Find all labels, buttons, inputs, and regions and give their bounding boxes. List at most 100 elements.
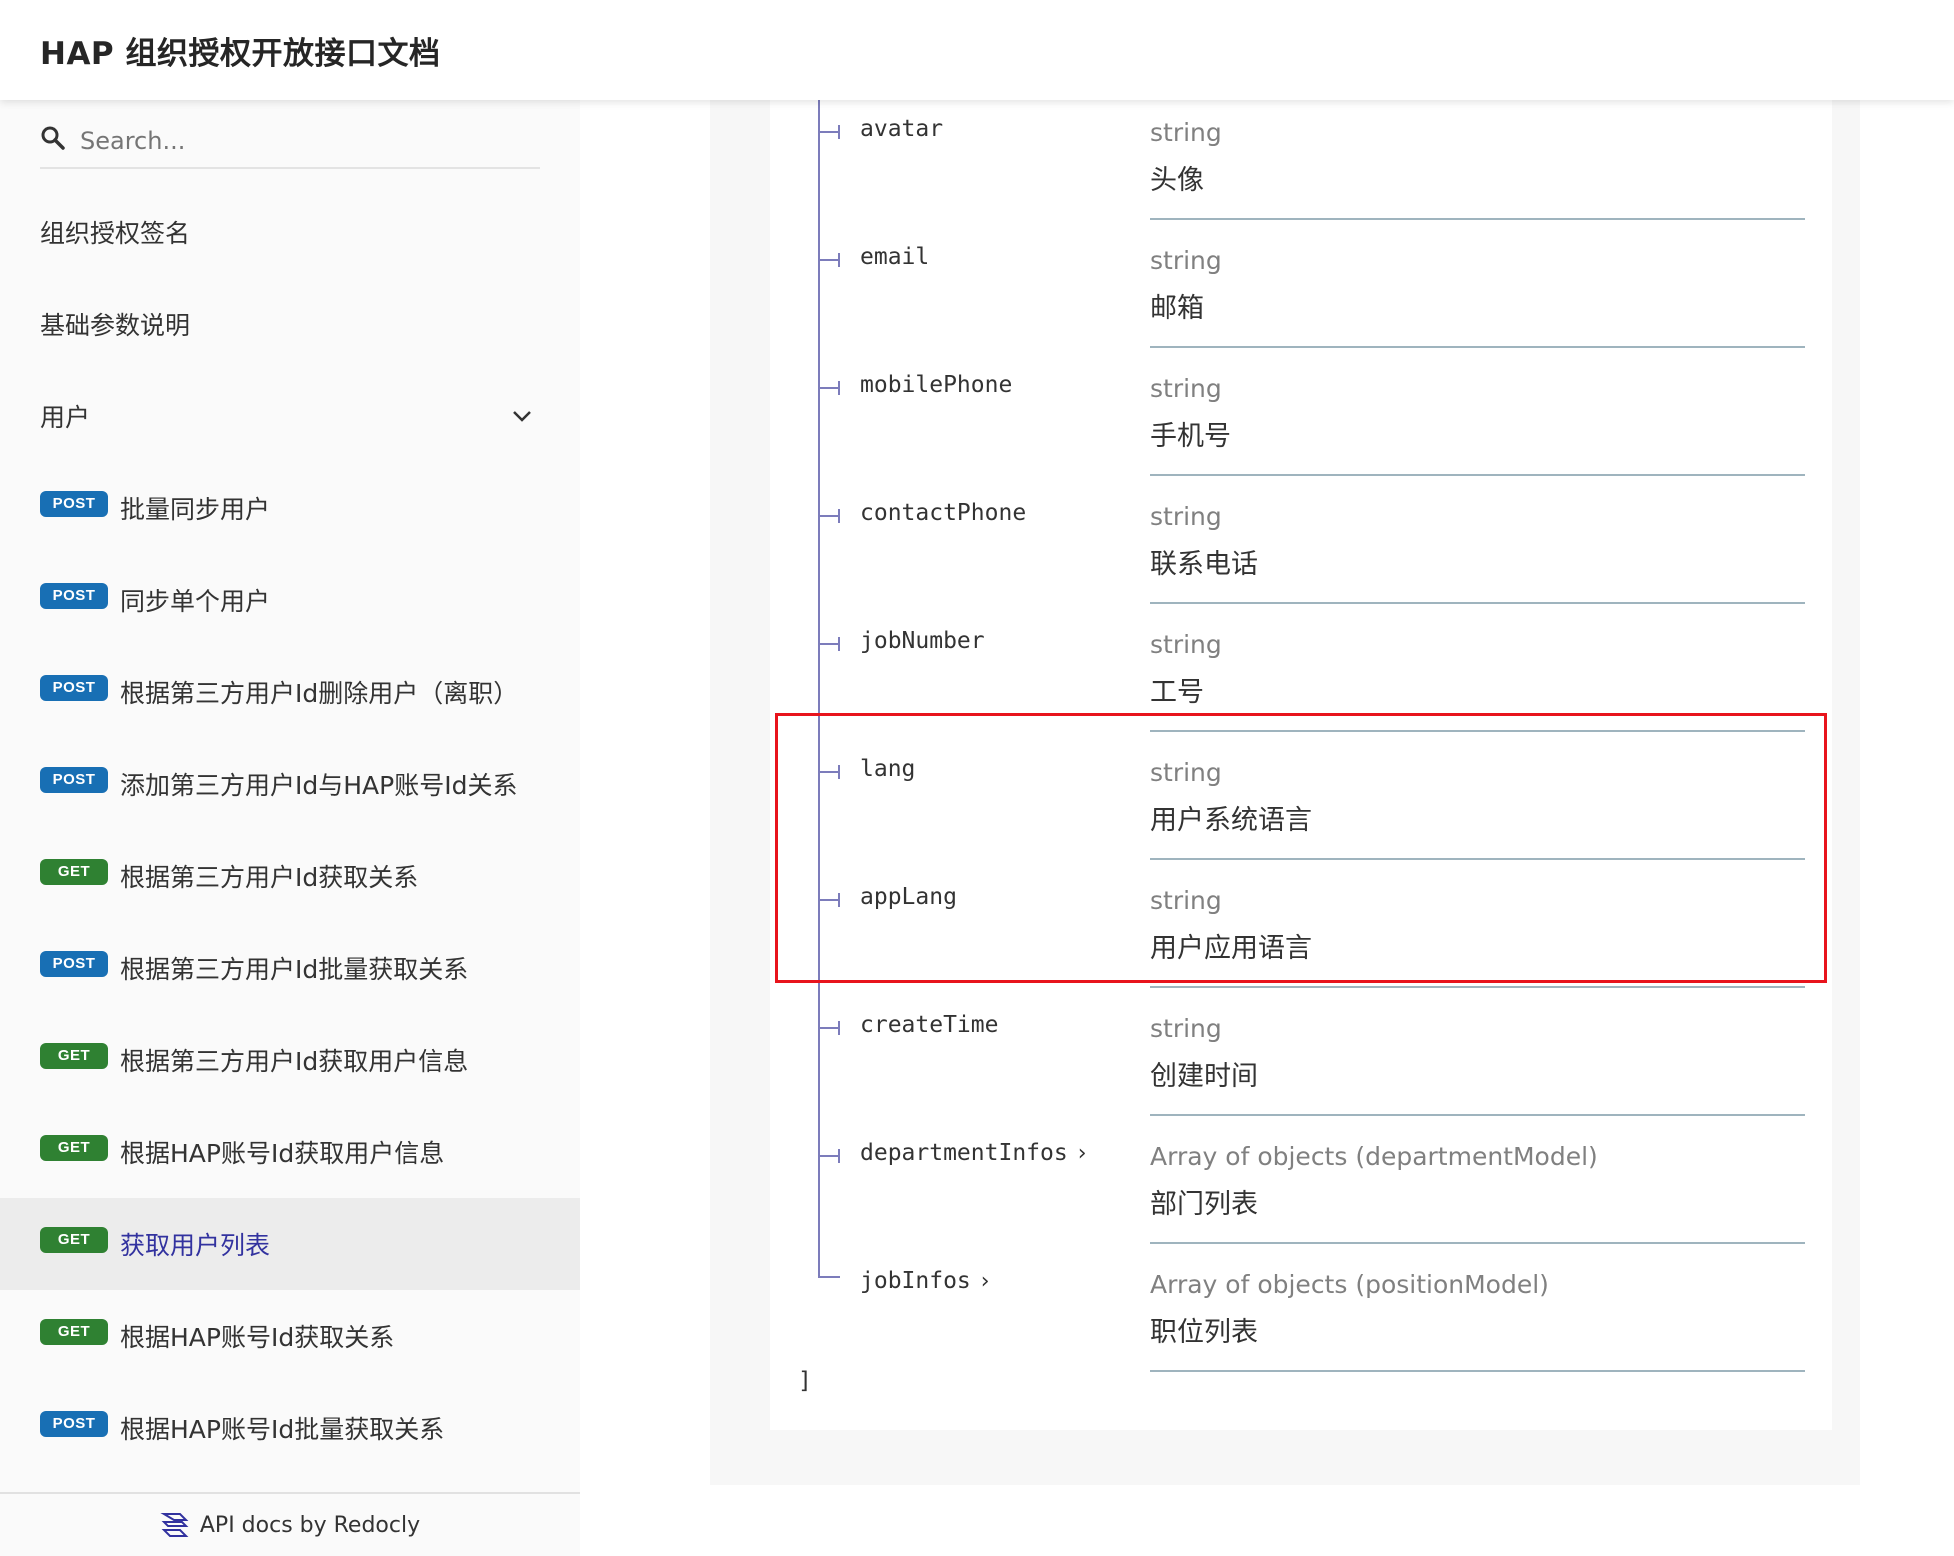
row-divider [1150,602,1805,604]
sidebar-item-batch-sync-users[interactable]: POST 批量同步用户 [0,462,580,554]
property-type: string [1150,758,1222,787]
sidebar-group-users[interactable]: 用户 [0,370,580,462]
sidebar-item-delete-user[interactable]: POST 根据第三方用户Id删除用户（离职） [0,646,580,738]
property-type: string [1150,374,1222,403]
http-method-badge: GET [40,859,108,885]
property-description: 职位列表 [1150,1317,1258,1348]
array-closing-bracket: ] [798,1368,812,1394]
schema-property-row: lang string 用户系统语言 [818,748,1808,876]
schema-property-row: appLang string 用户应用语言 [818,876,1808,1004]
tree-branch-last [818,1262,840,1278]
sidebar-item-sync-single-user[interactable]: POST 同步单个用户 [0,554,580,646]
sidebar-item-get-user-list[interactable]: GET 获取用户列表 [0,1198,580,1290]
schema-property-row: email string 邮箱 [818,236,1808,364]
tree-branch [818,515,840,517]
tree-branch [818,259,840,261]
tree-branch-end [838,125,840,139]
sidebar-item-label: 用户 [40,403,91,432]
row-divider [1150,474,1805,476]
tree-branch-end [838,1021,840,1035]
property-description: 头像 [1150,165,1204,196]
schema-property-row: contactPhone string 联系电话 [818,492,1808,620]
tree-branch [818,643,840,645]
http-method-badge: GET [40,1043,108,1069]
property-name: mobilePhone [860,372,1013,398]
sidebar-item-basic-params[interactable]: 基础参数说明 [0,278,580,370]
property-name: createTime [860,1012,999,1038]
property-description: 手机号 [1150,421,1231,452]
sidebar-item-batch-get-relation-hap[interactable]: POST 根据HAP账号Id批量获取关系 [0,1382,580,1474]
property-description: 用户应用语言 [1150,933,1312,964]
property-name: jobInfos [860,1268,971,1294]
tree-branch-end [838,893,840,907]
sidebar-item-label: 根据HAP账号Id批量获取关系 [120,1415,445,1444]
property-name: avatar [860,116,944,142]
chevron-down-icon [513,411,531,422]
http-method-badge: POST [40,767,108,793]
row-divider [1150,858,1805,860]
row-divider [1150,1114,1805,1116]
property-type: Array of objects (positionModel) [1150,1270,1549,1299]
property-description: 部门列表 [1150,1189,1258,1220]
property-description: 用户系统语言 [1150,805,1312,836]
sidebar-item-label: 根据第三方用户Id获取关系 [120,863,419,892]
sidebar-item-label: 根据第三方用户Id删除用户（离职） [120,679,519,708]
row-divider [1150,1370,1805,1372]
sidebar-item-add-relation[interactable]: POST 添加第三方用户Id与HAP账号Id关系 [0,738,580,830]
expandable-property-name[interactable]: jobInfos › [860,1268,990,1294]
sidebar-item-signature[interactable]: 组织授权签名 [0,186,580,278]
sidebar-item-get-relation-hap[interactable]: GET 根据HAP账号Id获取关系 [0,1290,580,1382]
tree-branch-end [838,381,840,395]
property-name: email [860,244,930,270]
page-title: HAP 组织授权开放接口文档 [40,35,441,72]
sidebar-item-label: 根据第三方用户Id批量获取关系 [120,955,469,984]
chevron-right-icon: › [1077,1141,1087,1166]
sidebar-item-get-relation[interactable]: GET 根据第三方用户Id获取关系 [0,830,580,922]
sidebar-item-get-user-info-hap[interactable]: GET 根据HAP账号Id获取用户信息 [0,1106,580,1198]
property-name: lang [860,756,916,782]
top-header: HAP 组织授权开放接口文档 [0,0,1954,100]
row-divider [1150,730,1805,732]
row-divider [1150,1242,1805,1244]
sidebar-item-batch-get-relation[interactable]: POST 根据第三方用户Id批量获取关系 [0,922,580,1014]
search-input[interactable] [80,127,520,155]
http-method-badge: POST [40,583,108,609]
tree-branch [818,1027,840,1029]
sidebar-item-label: 同步单个用户 [120,587,271,616]
tree-branch-end [838,253,840,267]
footer-label: API docs by Redocly [199,1512,421,1538]
schema-property-row: jobInfos › Array of objects (positionMode… [818,1260,1808,1388]
tree-branch [818,771,840,773]
property-name: appLang [860,884,957,910]
search-icon [41,126,65,150]
property-description: 创建时间 [1150,1061,1258,1092]
tree-branch [818,1155,840,1157]
tree-branch-end [838,509,840,523]
property-name: jobNumber [860,628,985,654]
http-method-badge: POST [40,951,108,977]
sidebar-item-label: 根据HAP账号Id获取关系 [120,1323,395,1352]
tree-branch [818,131,840,133]
sidebar-item-label: 添加第三方用户Id与HAP账号Id关系 [120,771,518,800]
property-type: string [1150,502,1222,531]
redocly-footer-link[interactable]: API docs by Redocly [0,1492,580,1556]
property-type: string [1150,118,1222,147]
schema-property-row: departmentInfos › Array of objects (depar… [818,1132,1808,1260]
row-divider [1150,346,1805,348]
http-method-badge: GET [40,1227,108,1253]
property-type: Array of objects (departmentModel) [1150,1142,1598,1171]
schema-property-row: createTime string 创建时间 [818,1004,1808,1132]
tree-branch [818,387,840,389]
property-description: 邮箱 [1150,293,1204,324]
property-description: 工号 [1150,677,1204,708]
sidebar-nav: 组织授权签名 基础参数说明 用户 POST 批量同步用户 POST 同步单个用户… [0,186,580,1474]
property-type: string [1150,246,1222,275]
sidebar-item-get-user-info-third-party[interactable]: GET 根据第三方用户Id获取用户信息 [0,1014,580,1106]
sidebar-item-label: 组织授权签名 [40,219,191,248]
expandable-property-name[interactable]: departmentInfos › [860,1140,1087,1166]
property-name: contactPhone [860,500,1027,526]
row-divider [1150,986,1805,988]
sidebar-item-label: 获取用户列表 [120,1231,271,1260]
row-divider [1150,218,1805,220]
http-method-badge: POST [40,491,108,517]
